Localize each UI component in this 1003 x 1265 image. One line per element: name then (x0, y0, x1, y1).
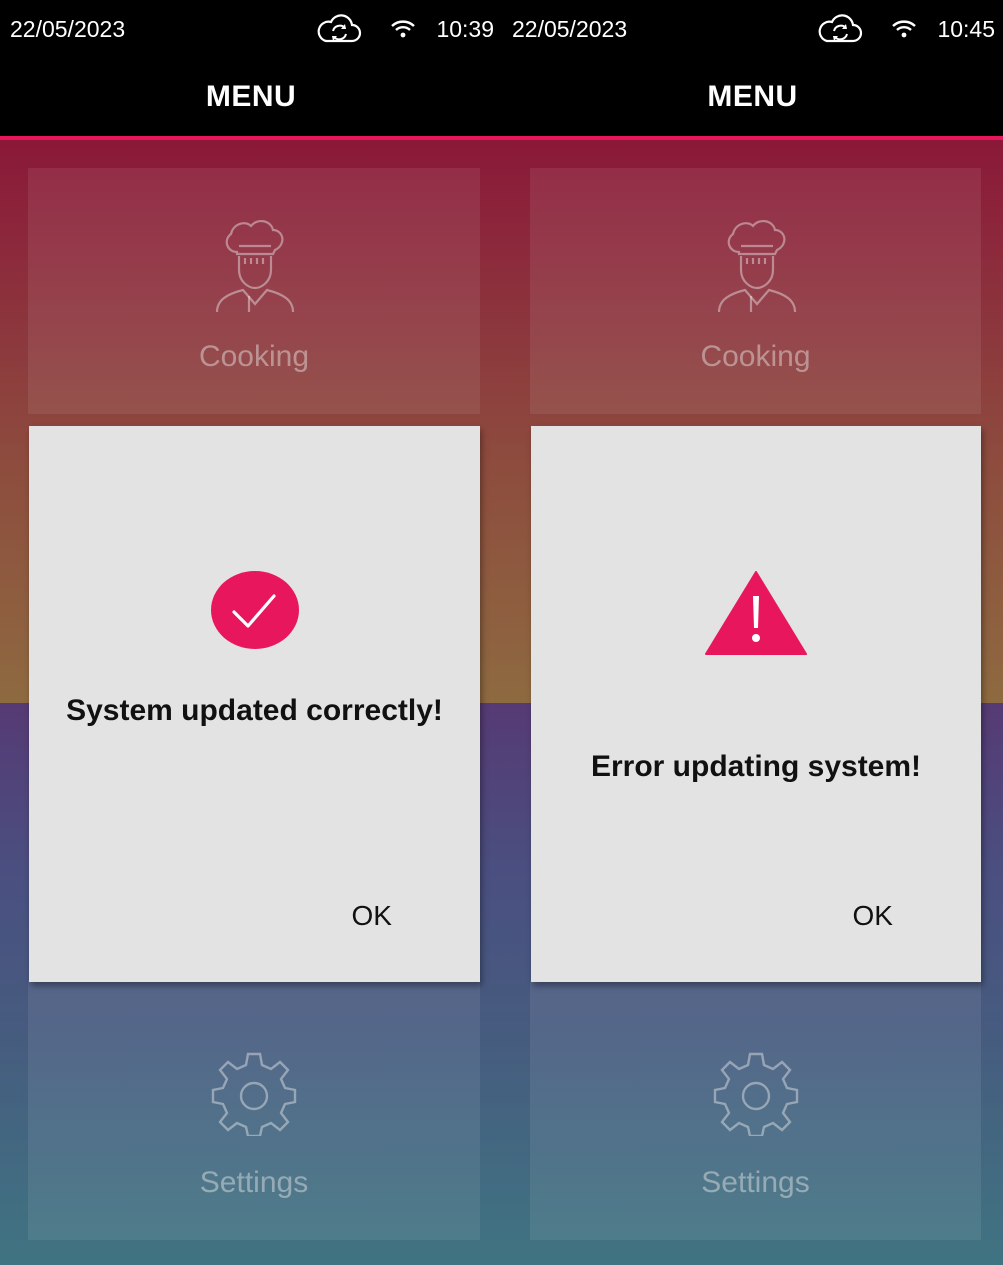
settings-label: Settings (199, 1166, 309, 1199)
menu-content: Cooking Settings System updated correctl… (0, 140, 502, 1265)
wifi-icon (892, 20, 916, 38)
update-success-dialog: System updated correctly! OK (29, 426, 480, 982)
menu-content: Cooking Settings Error updating system! … (502, 140, 1003, 1265)
settings-tile[interactable]: Settings (28, 980, 480, 1240)
header-bar: MENU (0, 62, 502, 140)
header-bar: MENU (502, 62, 1003, 140)
screen-success: 22/05/2023 10:39 MENU Cooking Settings S… (0, 0, 502, 1265)
cloud-sync-icon (818, 14, 863, 43)
status-bar: 22/05/2023 10:45 (502, 0, 1003, 62)
status-date: 22/05/2023 (512, 16, 628, 42)
status-time: 10:45 (937, 16, 995, 42)
gear-icon (211, 1052, 297, 1136)
status-date: 22/05/2023 (10, 16, 126, 42)
ok-button[interactable]: OK (853, 900, 893, 932)
check-circle-icon (210, 571, 299, 649)
cloud-sync-icon (317, 14, 362, 43)
page-title: MENU (707, 80, 798, 113)
cooking-label: Cooking (700, 340, 811, 373)
chef-icon (717, 220, 796, 313)
status-bar: 22/05/2023 10:39 (0, 0, 502, 62)
cooking-label: Cooking (198, 340, 310, 373)
screens-comparison: 22/05/2023 10:39 MENU Cooking Settings S… (0, 0, 1003, 1265)
settings-label: Settings (701, 1166, 810, 1199)
page-title: MENU (205, 80, 297, 113)
dialog-message: System updated correctly! (66, 694, 443, 727)
wifi-icon (391, 20, 415, 38)
gear-icon (713, 1052, 798, 1136)
ok-button[interactable]: OK (352, 900, 392, 932)
update-error-dialog: Error updating system! OK (531, 426, 981, 982)
cooking-tile[interactable]: Cooking (530, 168, 981, 414)
warning-triangle-icon (705, 571, 807, 655)
screen-error: 22/05/2023 10:45 MENU Cooking Settings E… (502, 0, 1003, 1265)
dialog-message: Error updating system! (590, 750, 922, 783)
chef-icon (215, 220, 295, 313)
settings-tile[interactable]: Settings (530, 980, 981, 1240)
cooking-tile[interactable]: Cooking (28, 168, 480, 414)
status-time: 10:39 (436, 16, 494, 42)
